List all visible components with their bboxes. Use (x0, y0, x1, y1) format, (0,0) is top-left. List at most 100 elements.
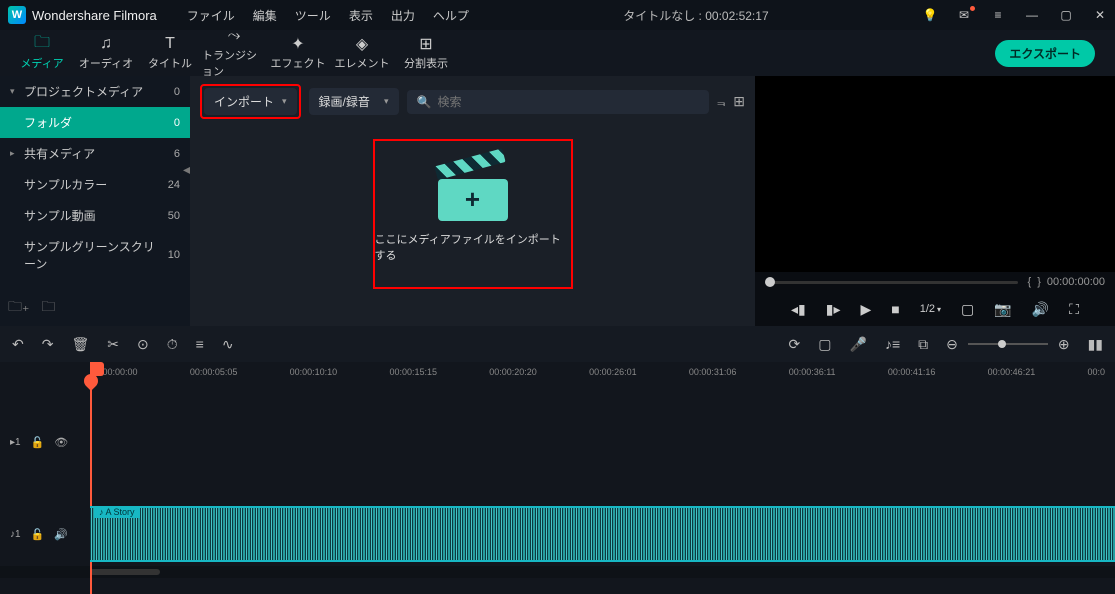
mark-icon[interactable]: ▢ (961, 301, 974, 318)
search-input[interactable] (438, 95, 700, 109)
menu-file[interactable]: ファイル (187, 7, 235, 24)
new-folder-icon[interactable]: 🗀₊ (8, 296, 29, 320)
sidebar-item-folder[interactable]: フォルダ0 (0, 107, 190, 138)
menu-edit[interactable]: 編集 (253, 7, 277, 24)
tab-transition[interactable]: ⤳ トランジション (202, 27, 266, 79)
filter-icon[interactable]: ⫬ (717, 93, 725, 110)
folder-icon[interactable]: 🗀 (41, 296, 55, 320)
crop-icon[interactable]: ⊙ (137, 336, 149, 353)
tab-title[interactable]: Tタイトル (138, 35, 202, 71)
audio-adjust-icon[interactable]: ∿ (222, 336, 234, 353)
mixer-icon[interactable]: ♪≡ (885, 336, 900, 352)
import-highlight: インポート▾ (200, 84, 301, 119)
tab-audio[interactable]: ♫オーディオ (74, 35, 138, 71)
mark-in-icon[interactable]: { (1028, 276, 1032, 288)
snapshot-icon[interactable]: 📷 (994, 301, 1011, 318)
sidebar-item-greenscreen[interactable]: サンプルグリーンスクリーン10 (0, 231, 190, 279)
list-icon[interactable]: ≡ (991, 8, 1005, 22)
timeline-ruler[interactable]: 00:00:00:00 00:00:05:05 00:00:10:10 00:0… (0, 362, 1115, 382)
sidebar-item-project-media[interactable]: ▾プロジェクトメディア0 (0, 76, 190, 107)
zoom-in-icon[interactable]: ⊕ (1058, 336, 1070, 353)
mark-out-icon[interactable]: } (1037, 276, 1041, 288)
timeline-scrollbar[interactable] (0, 566, 1115, 578)
window-close-icon[interactable]: ✕ (1093, 8, 1107, 22)
chevron-down-icon: ▾ (282, 96, 287, 107)
undo-icon[interactable]: ↶ (12, 336, 24, 353)
tab-transition-label: トランジション (202, 47, 266, 79)
snap-icon[interactable]: ⧉ (918, 336, 928, 353)
import-drop-zone[interactable]: ここにメディアファイルをインポートする (373, 139, 573, 289)
window-minimize-icon[interactable]: — (1025, 8, 1039, 22)
menu-output[interactable]: 出力 (391, 7, 415, 24)
search-box[interactable]: 🔍 (407, 90, 710, 114)
tab-media[interactable]: 🗀メディア (10, 35, 74, 71)
delete-icon[interactable]: 🗑 (71, 336, 89, 353)
step-back-icon[interactable]: ▮▸ (826, 301, 841, 318)
menu-view[interactable]: 表示 (349, 7, 373, 24)
play-icon[interactable]: ▶ (860, 301, 871, 318)
menu-tool[interactable]: ツール (295, 7, 331, 24)
inbox-icon[interactable]: ✉ (957, 8, 971, 22)
tab-elements-label: エレメント (335, 55, 390, 71)
chevron-down-icon: ▾ (937, 305, 941, 314)
zoom-fit-icon[interactable]: ▮▮ (1088, 336, 1103, 353)
record-dropdown[interactable]: 録画/録音 ▾ (309, 88, 399, 115)
menu-help[interactable]: ヘルプ (433, 7, 469, 24)
scrollbar-thumb[interactable] (90, 569, 160, 575)
export-button[interactable]: エクスポート (995, 40, 1095, 67)
stop-icon[interactable]: ■ (891, 301, 899, 317)
document-title: タイトルなし : 00:02:52:17 (469, 7, 923, 24)
zoom-slider[interactable] (968, 343, 1048, 345)
transition-icon: ⤳ (228, 27, 241, 45)
grid-view-icon[interactable]: ⊞ (733, 93, 745, 110)
redo-icon[interactable]: ↷ (42, 336, 54, 353)
tab-elements[interactable]: ◈エレメント (330, 35, 394, 71)
voiceover-icon[interactable]: 🎤 (850, 336, 867, 353)
preview-video-area[interactable] (755, 76, 1115, 272)
cut-icon[interactable]: ✂ (107, 336, 119, 353)
sidebar-item-sample-video[interactable]: サンプル動画50 (0, 200, 190, 231)
lock-icon[interactable]: 🔓 (31, 436, 45, 449)
folder-icon: 🗀 (34, 35, 50, 53)
video-track-body[interactable] (90, 418, 1115, 466)
audio-clip[interactable]: ♪ A Story (90, 506, 1115, 562)
record-label: 録画/録音 (319, 93, 370, 110)
preview-time: 00:00:00:00 (1047, 276, 1105, 288)
visibility-icon[interactable]: 👁 (54, 436, 68, 449)
sidebar-item-label: プロジェクトメディア (24, 83, 158, 100)
adjust-icon[interactable]: ≡ (196, 336, 204, 352)
scrubber-handle[interactable] (765, 277, 775, 287)
track-label: ▸1 (10, 437, 21, 448)
zoom-handle[interactable] (998, 340, 1006, 348)
speed-icon[interactable]: ⏱ (167, 336, 178, 353)
chevron-down-icon: ▾ (384, 96, 389, 107)
sidebar-item-label: サンプルグリーンスクリーン (24, 238, 158, 272)
audio-track-1[interactable]: ♪1 🔓 🔊 ♪ A Story (0, 502, 1115, 566)
timeline-zoom[interactable]: ⊖ ⊕ (946, 336, 1069, 353)
import-dropdown[interactable]: インポート▾ (204, 88, 297, 115)
search-icon: 🔍 (417, 95, 432, 109)
render-icon[interactable]: ⟳ (789, 336, 801, 353)
ruler-mark: 00:00:15:15 (389, 367, 437, 377)
sidebar-item-shared-media[interactable]: ▸共有メディア6 (0, 138, 190, 169)
volume-icon[interactable]: 🔊 (1032, 301, 1049, 318)
sidebar-item-count: 0 (158, 117, 180, 129)
tab-effects[interactable]: ✦エフェクト (266, 35, 330, 71)
title-bar: W Wondershare Filmora ファイル 編集 ツール 表示 出力 … (0, 0, 1115, 30)
marker-icon[interactable]: ▢ (818, 336, 831, 353)
chevron-down-icon: ▾ (10, 86, 20, 97)
fullscreen-icon[interactable]: ⛶ (1069, 301, 1079, 318)
tab-split[interactable]: ⊞分割表示 (394, 35, 458, 71)
ruler-mark: 00:00:20:20 (489, 367, 537, 377)
audio-track-body[interactable]: ♪ A Story (90, 502, 1115, 566)
mute-icon[interactable]: 🔊 (54, 528, 68, 541)
zoom-out-icon[interactable]: ⊖ (946, 336, 958, 353)
preview-quality-dropdown[interactable]: 1/2▾ (920, 303, 941, 315)
preview-scrubber[interactable]: { } 00:00:00:00 (755, 272, 1115, 292)
prev-frame-icon[interactable]: ◂▮ (791, 301, 806, 318)
window-maximize-icon[interactable]: ▢ (1059, 8, 1073, 22)
sidebar-item-sample-color[interactable]: サンプルカラー24 (0, 169, 190, 200)
tips-icon[interactable]: 💡 (923, 8, 937, 22)
video-track-1[interactable]: ▸1 🔓 👁 (0, 418, 1115, 466)
lock-icon[interactable]: 🔓 (31, 528, 45, 541)
